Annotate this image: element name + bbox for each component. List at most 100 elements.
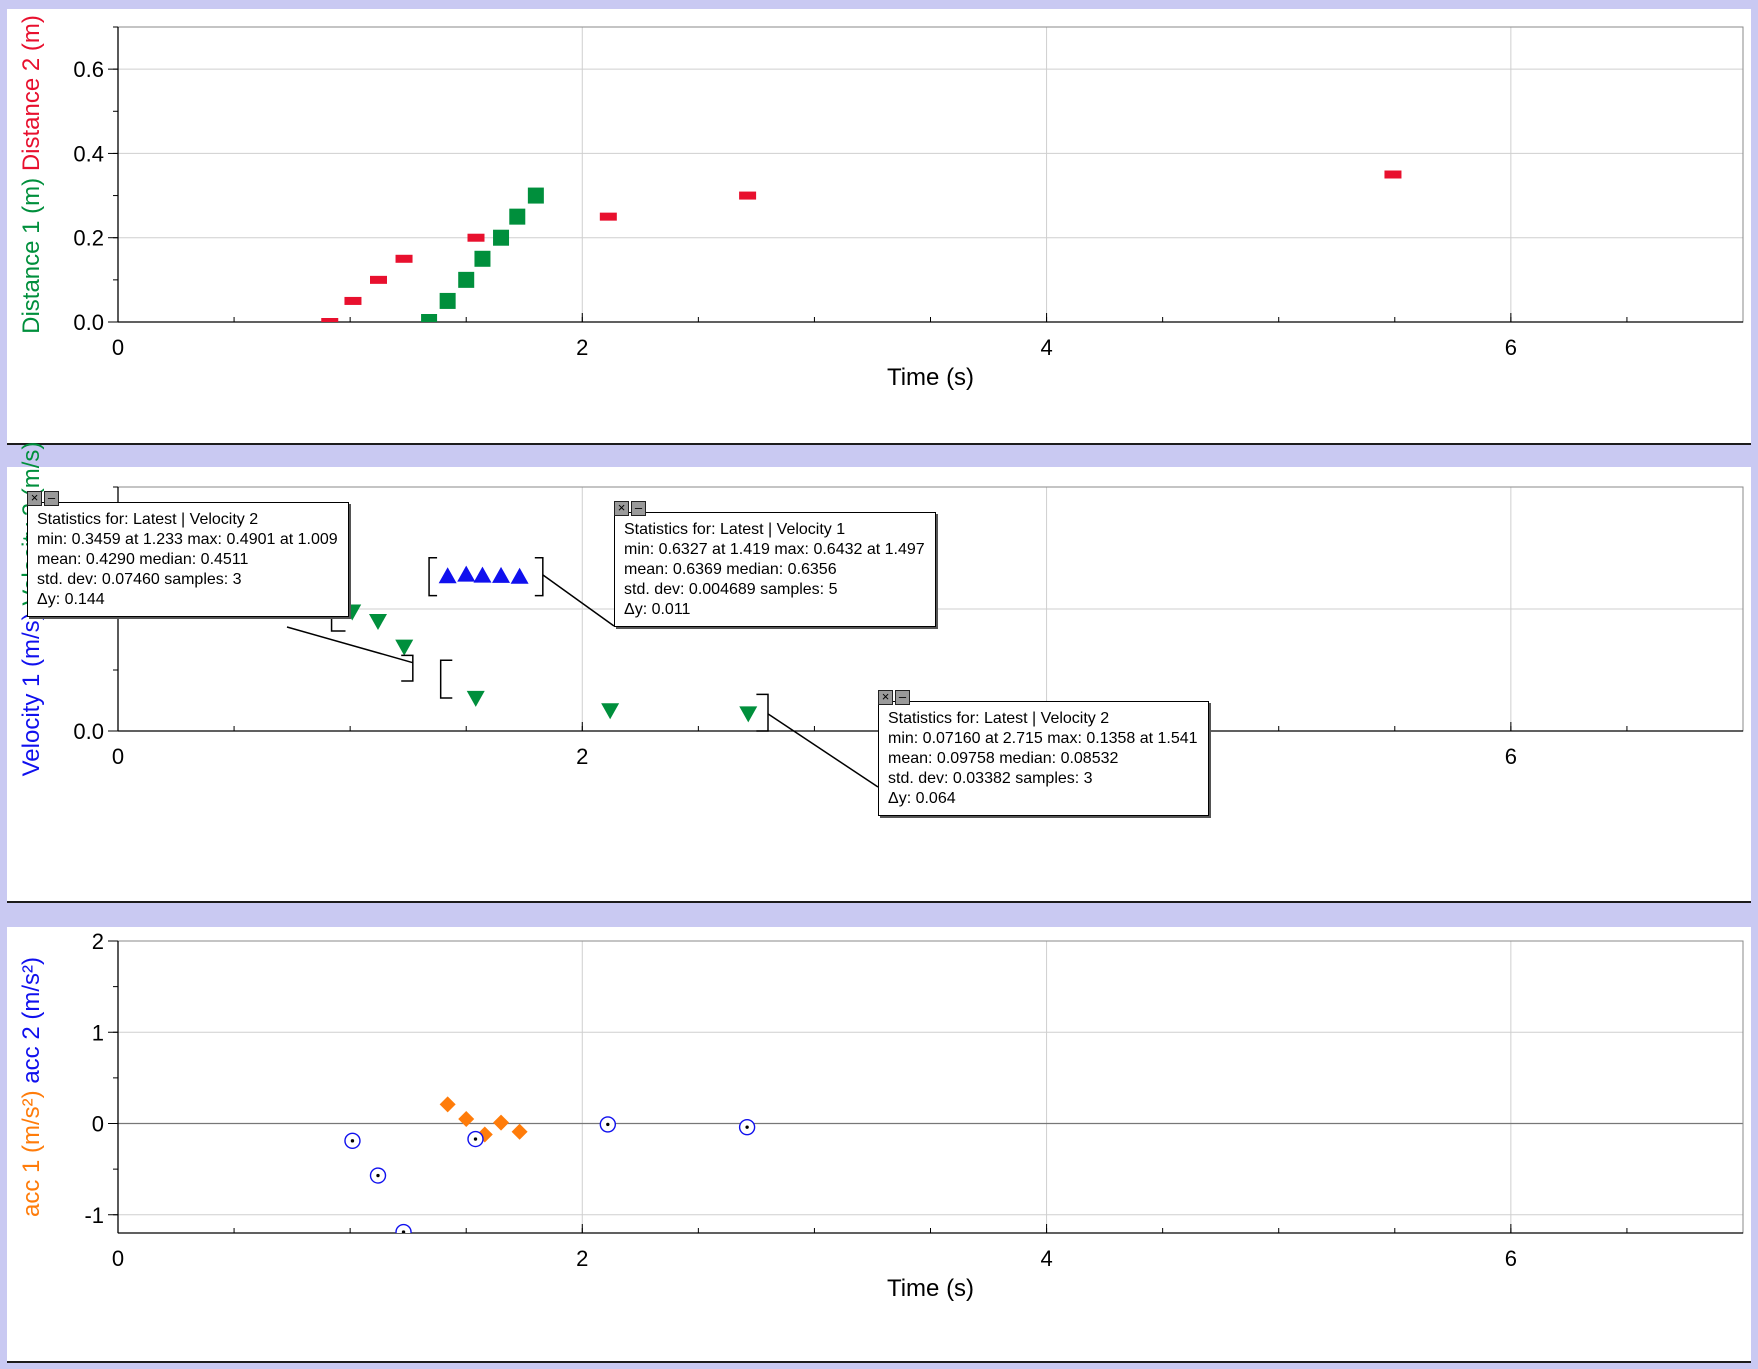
x-tick-label: 2	[576, 744, 588, 769]
close-icon[interactable]: ×	[878, 690, 893, 705]
stats-box-controls: × –	[27, 491, 59, 506]
data-point-velocity-2	[466, 690, 485, 707]
plot-frame	[117, 940, 1744, 1234]
stats-box-controls: × –	[878, 690, 910, 705]
stats-mean-median: mean: 0.4290 median: 0.4511	[37, 551, 249, 568]
data-point-acc-2	[344, 1132, 361, 1150]
y-axis-label-part: Distance 1 (m)	[18, 178, 45, 334]
stats-delta-y: Δy: 0.144	[37, 591, 105, 608]
y-axis-label: Distance 1 (m) Distance 2 (m)	[18, 15, 45, 334]
grid	[118, 940, 1743, 1233]
y-tick-label: 0	[92, 1112, 104, 1137]
close-icon[interactable]: ×	[614, 501, 629, 516]
x-tick-label: 6	[1505, 335, 1517, 360]
distance-graph[interactable]: 0 2 4 6 0.0 0.2 0.4 0.6 Time (s) Distance 1 (m) D…	[7, 9, 1751, 445]
x-tick-label: 0	[112, 335, 124, 360]
stats-mean-median: mean: 0.6369 median: 0.6356	[624, 561, 837, 578]
data-point-velocity-1	[510, 567, 529, 584]
y-axis-label-part: Velocity 1 (m/s)	[18, 612, 45, 776]
x-tick-label: 6	[1505, 744, 1517, 769]
x-tick-label: 6	[1505, 1246, 1517, 1271]
data-point-velocity-2	[601, 703, 620, 720]
data-points	[321, 170, 1402, 322]
x-tick-label: 2	[576, 1246, 588, 1271]
stats-stddev-samples: std. dev: 0.03382 samples: 3	[888, 770, 1093, 787]
y-tick-label: 0.2	[73, 226, 104, 251]
x-axis-label: Time (s)	[887, 364, 974, 391]
app: 0 2 4 6 0.0 0.2 0.4 0.6 Time (s) Distance 1 (m) D…	[0, 0, 1758, 1369]
stats-title: Statistics for: Latest | Velocity 2	[888, 710, 1110, 727]
stats-title: Statistics for: Latest | Velocity 2	[37, 511, 259, 528]
data-point-acc-1	[458, 1110, 475, 1127]
minimize-icon[interactable]: –	[895, 690, 910, 705]
x-axis-label: Time (s)	[887, 1275, 974, 1302]
x-tick-label: 4	[1040, 1246, 1052, 1271]
data-point-distance-1	[493, 229, 510, 246]
stats-min-max: min: 0.6327 at 1.419 max: 0.6432 at 1.49…	[624, 541, 925, 558]
data-point-distance-2	[467, 233, 485, 242]
stats-mean-median: mean: 0.09758 median: 0.08532	[888, 750, 1119, 767]
y-axis-label-part: acc 1 (m/s²)	[18, 1090, 45, 1217]
x-tick-label: 0	[112, 744, 124, 769]
data-point-distance-2	[739, 191, 757, 200]
y-axis-label: acc 1 (m/s²) acc 2 (m/s²)	[18, 957, 45, 1217]
stats-stddev-samples: std. dev: 0.004689 samples: 5	[624, 581, 838, 598]
x-tick-label: 2	[576, 335, 588, 360]
acceleration-graph-panel[interactable]: 0 2 4 6 -1 0 1 2 Time (s) acc 1 (m/s²) acc 2 (m/s…	[7, 927, 1751, 1363]
y-axis-label-part: acc 2 (m/s²)	[18, 957, 45, 1090]
data-points	[344, 1096, 756, 1233]
data-point-velocity-2	[395, 639, 414, 656]
data-point-velocity-1	[492, 566, 511, 583]
stats-title: Statistics for: Latest | Velocity 1	[624, 521, 846, 538]
stats-box-velocity2-a[interactable]: × – Statistics for: Latest | Velocity 2 …	[27, 491, 349, 617]
stats-box-velocity2-b[interactable]: × – Statistics for: Latest | Velocity 2 …	[878, 690, 1209, 816]
data-point-acc-2	[599, 1116, 617, 1133]
bracket-left	[439, 659, 453, 699]
data-point-distance-1	[458, 271, 475, 288]
data-point-distance-2	[370, 275, 387, 284]
close-icon[interactable]: ×	[27, 491, 42, 506]
stats-delta-y: Δy: 0.064	[888, 790, 956, 807]
distance-graph-panel[interactable]: 0 2 4 6 0.0 0.2 0.4 0.6 Time (s) Distance 1 (m) D…	[7, 9, 1751, 445]
velocity-graph-panel[interactable]: 02460.00.5Time (s)Velocity 1 (m/s) Veloc…	[7, 442, 1751, 903]
data-point-velocity-1	[457, 565, 476, 582]
stats-min-max: min: 0.07160 at 2.715 max: 0.1358 at 1.5…	[888, 730, 1198, 747]
data-point-distance-1	[527, 187, 544, 204]
minimize-icon[interactable]: –	[44, 491, 59, 506]
y-tick-label: 0.6	[73, 57, 104, 82]
stats-delta-y: Δy: 0.011	[624, 601, 691, 618]
x-tick-label: 4	[1040, 335, 1052, 360]
data-point-acc-2	[467, 1130, 484, 1148]
y-tick-label: 2	[92, 929, 104, 954]
y-tick-label: 1	[92, 1020, 104, 1045]
data-point-distance-2	[321, 318, 339, 322]
data-point-distance-2	[395, 254, 413, 263]
data-point-distance-2	[1384, 170, 1402, 179]
y-axis-label-part: Distance 2 (m)	[18, 15, 45, 178]
y-tick-label: 0.4	[73, 141, 104, 166]
data-point-acc-1	[439, 1096, 456, 1113]
data-point-acc-1	[511, 1123, 528, 1140]
data-point-acc-1	[493, 1114, 510, 1131]
y-tick-label: 0.0	[73, 310, 104, 335]
grid	[118, 27, 1743, 322]
data-point-distance-1	[509, 208, 526, 225]
y-tick-label: 0.0	[73, 719, 104, 744]
minimize-icon[interactable]: –	[631, 501, 646, 516]
data-point-acc-2	[738, 1118, 756, 1136]
bracket-right	[534, 557, 544, 597]
acceleration-graph[interactable]: 0 2 4 6 -1 0 1 2 Time (s) acc 1 (m/s²) acc 2 (m/s…	[7, 927, 1751, 1363]
data-point-velocity-2	[739, 706, 758, 723]
data-point-distance-2	[344, 296, 362, 305]
data-point-distance-1	[439, 292, 456, 309]
plot-frame	[117, 26, 1744, 323]
data-point-acc-2	[369, 1167, 387, 1184]
stats-box-velocity1[interactable]: × – Statistics for: Latest | Velocity 1 …	[614, 501, 936, 627]
stats-stddev-samples: std. dev: 0.07460 samples: 3	[37, 571, 242, 588]
data-point-velocity-1	[473, 566, 492, 583]
leader-line	[767, 713, 879, 788]
bracket-left	[428, 557, 438, 597]
bracket-right	[756, 693, 769, 732]
data-point-distance-2	[599, 212, 617, 221]
data-point-velocity-1	[438, 567, 457, 584]
